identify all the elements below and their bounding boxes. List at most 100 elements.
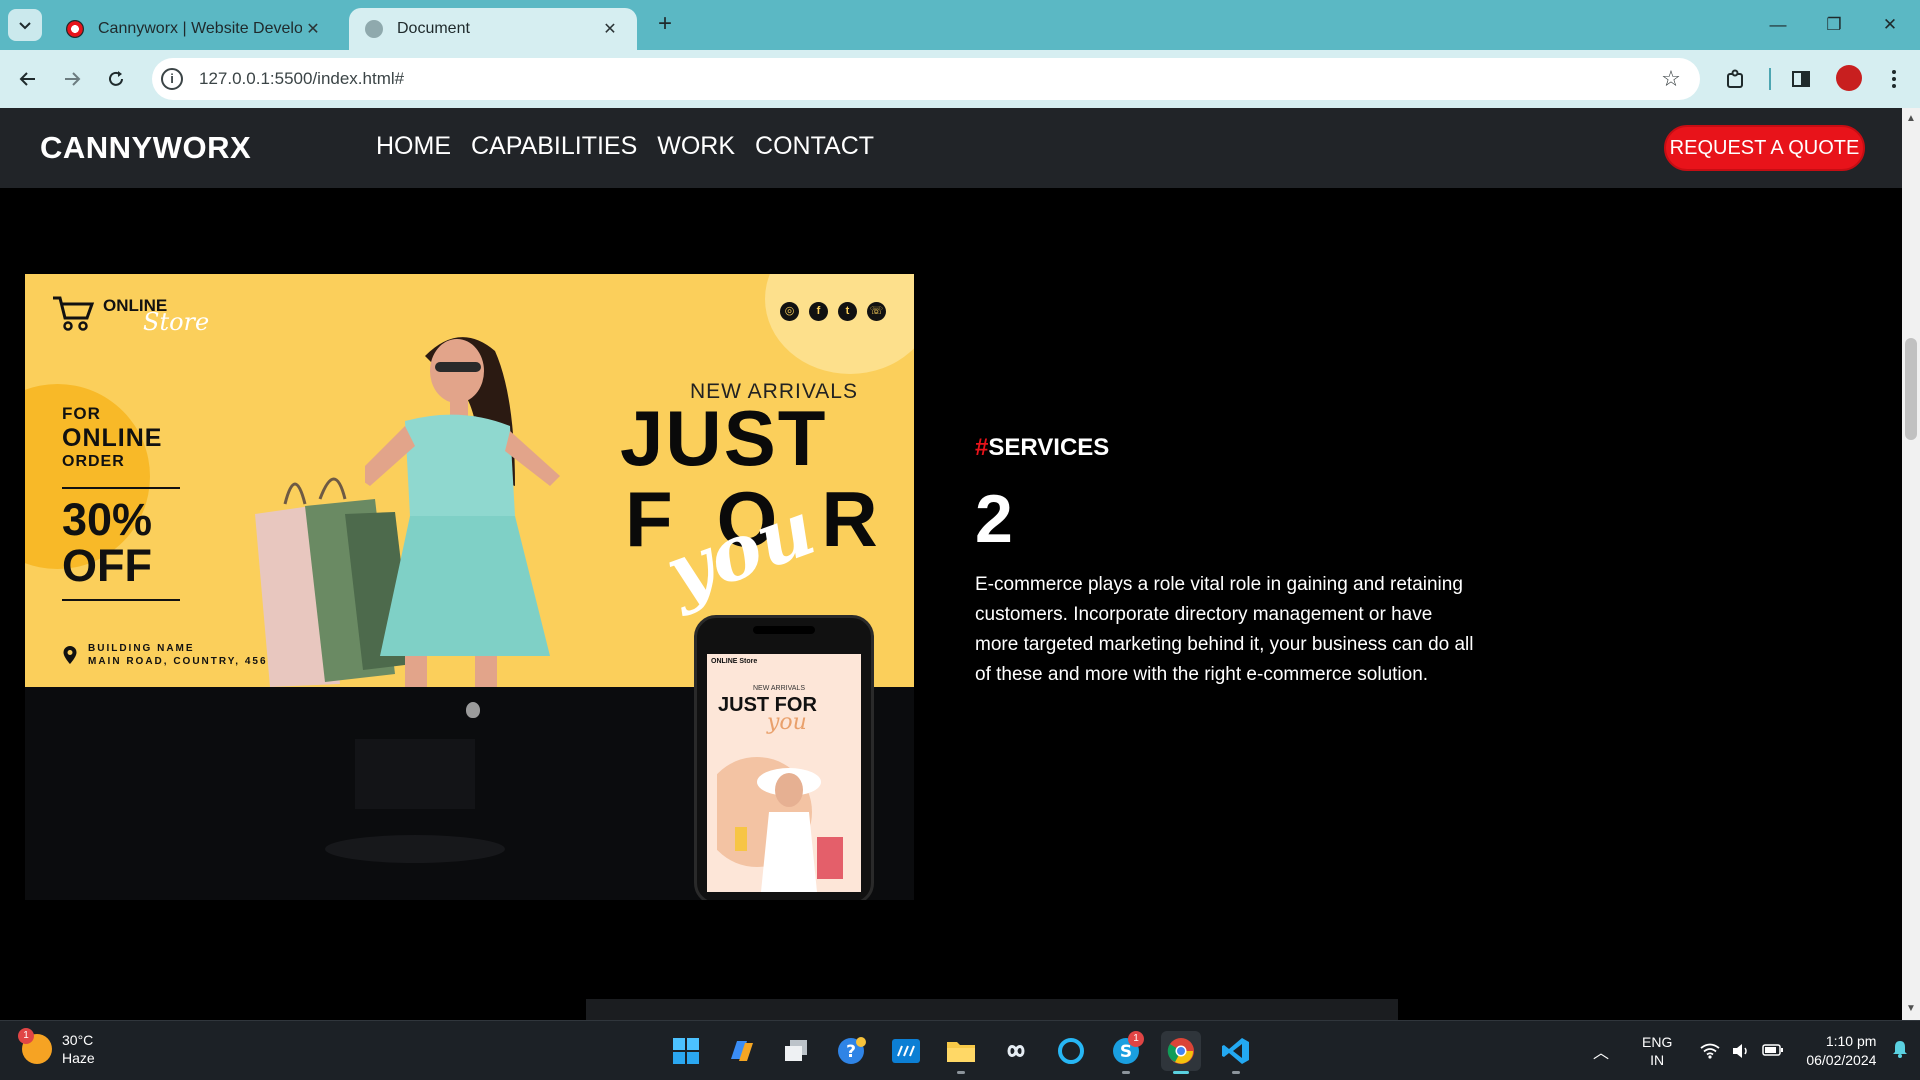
taskbar-vscode[interactable] bbox=[1216, 1031, 1256, 1074]
notifications-bell-icon[interactable] bbox=[1892, 1040, 1908, 1063]
phone-headline-script: you bbox=[767, 710, 807, 735]
tab-title: Cannyworx | Website Development bbox=[98, 20, 302, 37]
running-indicator bbox=[1122, 1071, 1130, 1074]
laptop-stand-illustration bbox=[325, 739, 505, 863]
extensions-button[interactable] bbox=[1720, 63, 1752, 95]
social-icons: ◎ f t ☏ bbox=[780, 302, 886, 321]
profile-avatar[interactable] bbox=[1836, 65, 1862, 91]
tab-close-icon[interactable]: ✕ bbox=[302, 19, 324, 39]
discount-label: OFF bbox=[62, 540, 152, 591]
request-quote-button[interactable]: REQUEST A QUOTE bbox=[1664, 125, 1865, 171]
tab-search-button[interactable] bbox=[8, 9, 42, 41]
url-text[interactable]: 127.0.0.1:5500/index.html# bbox=[199, 69, 1656, 89]
side-panel-icon bbox=[1792, 71, 1810, 87]
store-logo-script: Store bbox=[143, 308, 210, 336]
copilot-icon bbox=[731, 1041, 753, 1061]
back-button[interactable] bbox=[12, 63, 44, 95]
nav-capabilities[interactable]: CAPABILITIES bbox=[471, 132, 637, 161]
taskbar-help[interactable]: ? bbox=[831, 1031, 871, 1071]
service-number: 2 bbox=[975, 481, 1013, 557]
weather-haze-icon: 1 bbox=[18, 1028, 52, 1064]
restore-button[interactable]: ❐ bbox=[1812, 10, 1856, 40]
clock-time: 1:10 pm bbox=[1825, 1033, 1877, 1049]
volume-icon bbox=[1733, 1044, 1748, 1058]
task-view-icon bbox=[785, 1040, 807, 1061]
scrollbar-thumb[interactable] bbox=[1905, 338, 1917, 440]
taskbar-clock[interactable]: 1:10 pm 06/02/2024 bbox=[1806, 1032, 1876, 1070]
phone-woman-illustration bbox=[717, 757, 843, 892]
cannyworx-favicon-icon bbox=[66, 20, 84, 38]
scroll-up-icon[interactable]: ▲ bbox=[1902, 110, 1920, 128]
tab-cannyworx[interactable]: Cannyworx | Website Development ✕ bbox=[50, 8, 340, 50]
services-hash: # bbox=[975, 434, 989, 461]
nav-work[interactable]: WORK bbox=[657, 132, 735, 161]
service-description: E-commerce plays a role vital role in ga… bbox=[975, 574, 1474, 685]
quick-settings[interactable] bbox=[1700, 1043, 1784, 1059]
close-window-button[interactable]: ✕ bbox=[1868, 10, 1912, 40]
promo-block: FOR ONLINE ORDER 30% OFF bbox=[62, 404, 180, 609]
taskbar-chrome[interactable] bbox=[1161, 1031, 1201, 1074]
taskbar-apps: ? S 1 bbox=[666, 1031, 1256, 1074]
store-logo: ONLINE Store bbox=[51, 294, 209, 336]
minimize-button[interactable]: — bbox=[1756, 10, 1800, 40]
weather-widget[interactable]: 1 30°C Haze bbox=[18, 1028, 95, 1067]
phone-notch bbox=[753, 626, 815, 634]
windows-logo-icon bbox=[673, 1038, 699, 1064]
whatsapp-icon: ☏ bbox=[867, 302, 886, 321]
start-button[interactable] bbox=[666, 1031, 706, 1071]
site-navbar: CANNYWORX HOME CAPABILITIES WORK CONTACT… bbox=[0, 108, 1902, 188]
myhp-icon bbox=[892, 1039, 920, 1063]
ecommerce-mockup-image: ONLINE Store ◎ f t ☏ FOR ONLINE ORDER 30… bbox=[25, 274, 914, 900]
side-panel-button[interactable] bbox=[1785, 63, 1817, 95]
taskbar-cortana[interactable] bbox=[1051, 1031, 1091, 1071]
infinity-icon bbox=[1007, 1045, 1025, 1057]
reload-button[interactable] bbox=[100, 63, 132, 95]
promo-line: FOR bbox=[62, 404, 101, 423]
phone-new-arrivals: NEW ARRIVALS bbox=[753, 685, 805, 692]
bookmark-star-icon[interactable]: ☆ bbox=[1656, 66, 1686, 92]
site-info-icon[interactable]: i bbox=[161, 68, 183, 90]
promo-line: ORDER bbox=[62, 453, 125, 470]
skype-badge: 1 bbox=[1128, 1031, 1144, 1047]
divider bbox=[62, 599, 180, 601]
globe-icon bbox=[365, 20, 383, 38]
show-hidden-icons-chevron-icon[interactable]: ︿ bbox=[1590, 1039, 1612, 1063]
tab-close-icon[interactable]: ✕ bbox=[599, 19, 621, 39]
apple-logo-icon bbox=[466, 702, 480, 718]
weather-badge: 1 bbox=[18, 1028, 34, 1044]
address-bar[interactable]: i 127.0.0.1:5500/index.html# ☆ bbox=[152, 58, 1700, 100]
shopping-cart-icon bbox=[53, 296, 95, 331]
taskbar-meta[interactable] bbox=[996, 1031, 1036, 1071]
forward-button[interactable] bbox=[56, 63, 88, 95]
language-code: ENG bbox=[1642, 1034, 1673, 1050]
nav-home[interactable]: HOME bbox=[376, 132, 451, 161]
reload-icon bbox=[109, 71, 123, 86]
phone-mockup: ONLINE Store NEW ARRIVALS JUST FOR you bbox=[694, 615, 874, 900]
taskbar-myhp[interactable] bbox=[886, 1031, 926, 1071]
toolbar-separator bbox=[1769, 68, 1771, 90]
tab-document[interactable]: Document ✕ bbox=[349, 8, 637, 50]
taskbar-skype[interactable]: S 1 bbox=[1106, 1031, 1146, 1074]
next-section-card bbox=[586, 999, 1398, 1020]
site-brand[interactable]: CANNYWORX bbox=[40, 130, 251, 166]
nav-contact[interactable]: CONTACT bbox=[755, 132, 874, 161]
running-indicator bbox=[957, 1071, 965, 1074]
discount-value: 30% bbox=[62, 494, 153, 545]
taskbar-file-explorer[interactable] bbox=[941, 1031, 981, 1074]
chevron-down-icon bbox=[19, 22, 31, 30]
svg-text:?: ? bbox=[846, 1042, 856, 1062]
help-icon: ? bbox=[838, 1037, 866, 1064]
language-indicator[interactable]: ENG IN bbox=[1642, 1033, 1672, 1069]
new-tab-button[interactable]: + bbox=[650, 10, 680, 40]
wifi-icon bbox=[1700, 1043, 1720, 1059]
system-tray: ︿ ENG IN 1:10 pm 06/02/2024 bbox=[1590, 1029, 1908, 1073]
windows-taskbar: 1 30°C Haze ? S 1 ︿ ENG IN 1:10 pm 06/02… bbox=[0, 1020, 1920, 1080]
taskbar-task-view[interactable] bbox=[776, 1031, 816, 1071]
page-scrollbar[interactable]: ▲ ▼ bbox=[1902, 108, 1920, 1020]
tab-title: Document bbox=[397, 20, 470, 37]
taskbar-copilot[interactable] bbox=[721, 1031, 761, 1071]
instagram-icon: ◎ bbox=[780, 302, 799, 321]
location-pin-icon bbox=[63, 646, 77, 664]
browser-menu-button[interactable] bbox=[1878, 63, 1910, 95]
scroll-down-icon[interactable]: ▼ bbox=[1902, 1000, 1920, 1018]
